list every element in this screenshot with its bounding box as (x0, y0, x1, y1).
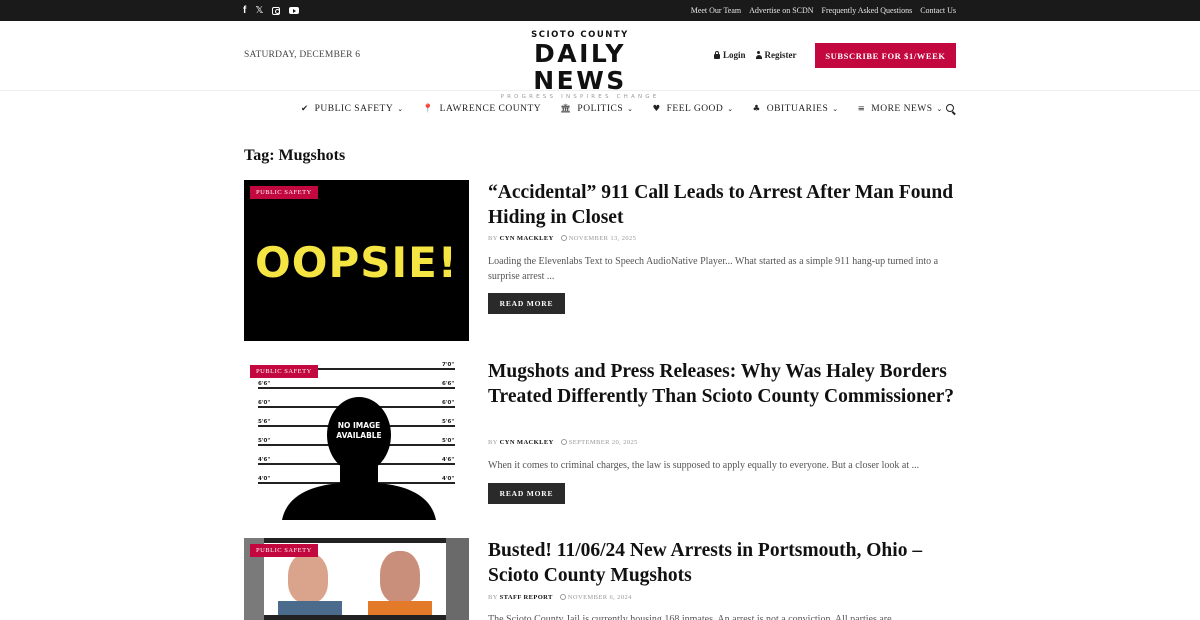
article-thumbnail[interactable]: PUBLIC SAFETY 7'0" 6'6" 6'6" 6'0" 6'0" 5… (244, 359, 469, 520)
site-logo[interactable]: SCIOTO COUNTY DAILY NEWS PROGRESS INSPIR… (486, 30, 674, 100)
nav-item-feel-good[interactable]: ♥ FEEL GOOD ⌄ (653, 104, 734, 114)
height-label: 4'6" (442, 457, 455, 463)
thumbnail-text: OOPSIE! (255, 238, 458, 287)
silhouette-icon (282, 397, 436, 520)
account-links: Login Register (714, 50, 797, 60)
nav-item-public-safety[interactable]: ✔ PUBLIC SAFETY ⌄ (301, 104, 404, 114)
height-label: 4'0" (258, 476, 271, 482)
by-label: BY (488, 235, 498, 242)
article-title[interactable]: “Accidental” 911 Call Leads to Arrest Af… (488, 180, 957, 230)
nav-label: PUBLIC SAFETY (314, 104, 394, 114)
social-links: f 𝕏 (243, 0, 300, 21)
logo-name: DAILY NEWS (533, 39, 627, 95)
advertise-link[interactable]: Advertise on SCDN (749, 6, 813, 15)
login-link[interactable]: Login (714, 50, 746, 60)
meet-our-team-link[interactable]: Meet Our Team (691, 6, 741, 15)
top-links: Meet Our Team Advertise on SCDN Frequent… (691, 0, 956, 21)
page-title: Tag: Mugshots (244, 147, 346, 164)
article-card: PUBLIC SAFETY OOPSIE! “Accidental” 911 C… (244, 180, 957, 342)
top-bar: f 𝕏 Meet Our Team Advertise on SCDN Freq… (0, 0, 1200, 21)
article-title[interactable]: Mugshots and Press Releases: Why Was Hal… (488, 359, 957, 409)
contact-us-link[interactable]: Contact Us (920, 6, 956, 15)
nav-label: POLITICS (577, 104, 624, 114)
article-excerpt: When it comes to criminal charges, the l… (488, 460, 920, 471)
height-label: 5'6" (258, 419, 271, 425)
article-card: PUBLIC SAFETY 7'0" 6'6" 6'6" 6'0" 6'0" 5… (244, 359, 957, 521)
height-line (258, 387, 455, 389)
article-excerpt: Loading the Elevenlabs Text to Speech Au… (488, 256, 939, 282)
user-icon (755, 51, 762, 59)
article-meta: BY CYN MACKLEY NOVEMBER 13, 2025 (488, 235, 636, 242)
height-label: 5'6" (442, 419, 455, 425)
heart-icon: ♥ (652, 104, 661, 114)
no-image-text: NO IMAGE AVAILABLE (336, 421, 382, 440)
height-label: 5'0" (442, 438, 455, 444)
x-icon[interactable]: 𝕏 (255, 0, 263, 21)
institution-icon: 🏛 (560, 104, 572, 114)
read-more-button[interactable]: READ MORE (488, 293, 565, 314)
nav-label: MORE NEWS (871, 104, 933, 114)
height-label: 4'0" (442, 476, 455, 482)
category-badge[interactable]: PUBLIC SAFETY (250, 544, 318, 557)
main-nav: ✔ PUBLIC SAFETY ⌄ 📍 LAWRENCE COUNTY 🏛 PO… (0, 92, 1200, 126)
map-pin-icon: 📍 (422, 104, 434, 114)
instagram-icon[interactable] (272, 6, 281, 15)
chevron-down-icon: ⌄ (627, 105, 634, 113)
chevron-down-icon: ⌄ (727, 105, 734, 113)
by-label: BY (488, 594, 498, 601)
height-label: 6'6" (442, 381, 455, 387)
read-more-button[interactable]: READ MORE (488, 483, 565, 504)
article-excerpt: The Scioto County Jail is currently hous… (488, 614, 902, 620)
nav-label: FEEL GOOD (666, 104, 724, 114)
by-label: BY (488, 439, 498, 446)
clock-icon (560, 235, 567, 241)
mugshot-photo (354, 543, 446, 615)
article-title[interactable]: Busted! 11/06/24 New Arrests in Portsmou… (488, 538, 957, 588)
chevron-down-icon: ⌄ (397, 105, 404, 113)
tree-icon: ♣ (752, 104, 761, 114)
height-label: 7'0" (442, 362, 455, 368)
faq-link[interactable]: Frequently Asked Questions (822, 6, 913, 15)
lock-icon (714, 50, 720, 59)
article-thumbnail[interactable]: PUBLIC SAFETY (244, 538, 469, 620)
current-date: SATURDAY, DECEMBER 6 (244, 50, 361, 60)
facebook-icon[interactable]: f (243, 0, 246, 21)
check-shield-icon: ✔ (301, 104, 309, 114)
subscribe-button[interactable]: SUBSCRIBE FOR $1/WEEK (815, 43, 956, 68)
nav-label: OBITUARIES (766, 104, 829, 114)
article-card: PUBLIC SAFETY Busted! 11/06/24 New Arres… (244, 538, 957, 620)
height-label: 6'0" (442, 400, 455, 406)
author-link[interactable]: STAFF REPORT (500, 594, 553, 601)
post-date: NOVEMBER 13, 2025 (568, 235, 637, 242)
youtube-icon[interactable] (289, 7, 300, 14)
article-thumbnail[interactable]: PUBLIC SAFETY OOPSIE! (244, 180, 469, 341)
article-meta: BY STAFF REPORT NOVEMBER 6, 2024 (488, 594, 632, 601)
article-meta: BY CYN MACKLEY SEPTEMBER 20, 2025 (488, 439, 638, 446)
height-label: 6'6" (258, 381, 271, 387)
author-link[interactable]: CYN MACKLEY (500, 439, 554, 446)
chevron-down-icon: ⌄ (832, 105, 839, 113)
height-label: 5'0" (258, 438, 271, 444)
site-header: SATURDAY, DECEMBER 6 SCIOTO COUNTY DAILY… (0, 21, 1200, 100)
category-badge[interactable]: PUBLIC SAFETY (250, 365, 318, 378)
login-label: Login (723, 50, 746, 60)
height-label: 6'0" (258, 400, 271, 406)
nav-item-lawrence-county[interactable]: 📍 LAWRENCE COUNTY (423, 104, 542, 114)
category-badge[interactable]: PUBLIC SAFETY (250, 186, 318, 199)
author-link[interactable]: CYN MACKLEY (500, 235, 554, 242)
register-label: Register (764, 50, 797, 60)
clock-icon (560, 439, 567, 445)
search-icon[interactable] (946, 104, 956, 114)
chevron-down-icon: ⌄ (936, 105, 943, 113)
height-label: 4'6" (258, 457, 271, 463)
clock-icon (559, 594, 566, 600)
nav-item-obituaries[interactable]: ♣ OBITUARIES ⌄ (753, 104, 839, 114)
nav-item-more-news[interactable]: ≡ MORE NEWS ⌄ (858, 104, 943, 114)
nav-label: LAWRENCE COUNTY (439, 104, 542, 114)
register-link[interactable]: Register (755, 50, 797, 60)
post-date: NOVEMBER 6, 2024 (567, 594, 632, 601)
menu-icon: ≡ (857, 104, 866, 114)
post-date: SEPTEMBER 20, 2025 (568, 439, 638, 446)
nav-item-politics[interactable]: 🏛 POLITICS ⌄ (560, 104, 633, 114)
